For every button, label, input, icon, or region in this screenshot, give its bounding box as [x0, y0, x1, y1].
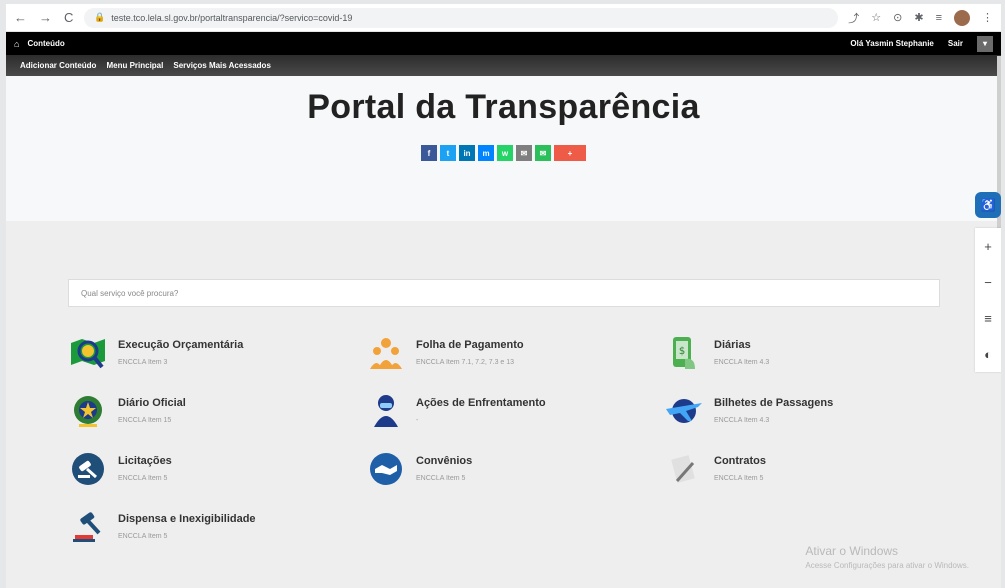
- service-title: Ações de Enfrentamento: [416, 397, 546, 409]
- service-title: Bilhetes de Passagens: [714, 397, 834, 409]
- reading-list-icon[interactable]: ≡: [936, 12, 942, 24]
- windows-activation-watermark: Ativar o Windows Acesse Configurações pa…: [805, 544, 969, 570]
- linkedin-share-icon[interactable]: in: [459, 145, 475, 161]
- service-subtitle: ENCCLA Item 5: [416, 475, 466, 482]
- browser-toolbar: ← → C 🔒 teste.tco.lela.sl.gov.br/portalt…: [6, 4, 1001, 32]
- camera-icon[interactable]: ⊙: [893, 11, 902, 24]
- bookmark-star-icon[interactable]: ☆: [871, 11, 881, 24]
- email-share-icon[interactable]: ✉: [516, 145, 532, 161]
- url-text: teste.tco.lela.sl.gov.br/portaltranspare…: [111, 12, 353, 23]
- service-search-input[interactable]: Qual serviço você procura?: [68, 279, 940, 307]
- accessibility-icon[interactable]: ♿: [975, 192, 1001, 218]
- service-item-execucao[interactable]: Execução Orçamentária ENCCLA Item 3: [68, 333, 243, 373]
- admin-content-link[interactable]: Conteúdo: [27, 39, 64, 48]
- service-subtitle: ENCCLA Item 3: [118, 359, 168, 366]
- zoom-in-icon[interactable]: +: [975, 228, 1001, 264]
- gavel-circle-icon: [68, 449, 108, 489]
- service-title: Diário Oficial: [118, 397, 186, 409]
- accessibility-panel: + − ≡ ◐: [975, 228, 1001, 372]
- coat-of-arms-icon: [68, 391, 108, 431]
- svg-text:$: $: [679, 346, 685, 357]
- service-subtitle: -: [416, 417, 419, 424]
- address-bar[interactable]: 🔒 teste.tco.lela.sl.gov.br/portaltranspa…: [84, 7, 839, 28]
- reload-icon[interactable]: C: [64, 10, 73, 25]
- service-subtitle: ENCCLA Item 4.3: [714, 359, 770, 366]
- service-item-convenios[interactable]: Convênios ENCCLA Item 5: [366, 449, 472, 489]
- accessibility-tools: ♿ + − ≡ ◐: [975, 192, 1001, 372]
- service-item-contratos[interactable]: Contratos ENCCLA Item 5: [664, 449, 766, 489]
- service-title: Execução Orçamentária: [118, 339, 244, 351]
- back-arrow-icon[interactable]: ←: [14, 10, 27, 25]
- service-subtitle: ENCCLA Item 5: [118, 475, 168, 482]
- facebook-share-icon[interactable]: f: [421, 145, 437, 161]
- messenger-share-icon[interactable]: m: [478, 145, 494, 161]
- admin-user-area: Olá Yasmin Stephanie Sair ▾: [850, 35, 993, 52]
- page-title: Portal da Transparência: [307, 88, 700, 126]
- watermark-subtitle: Acesse Configurações para ativar o Windo…: [805, 561, 969, 570]
- submenu-top-services[interactable]: Serviços Mais Acessados: [173, 61, 271, 70]
- people-group-icon: [366, 333, 406, 373]
- service-subtitle: ENCCLA Item 7.1, 7.2, 7.3 e 13: [416, 359, 515, 366]
- forward-arrow-icon[interactable]: →: [39, 10, 52, 25]
- masked-person-icon: [366, 391, 406, 431]
- service-subtitle: ENCCLA Item 4.3: [714, 417, 770, 424]
- more-share-icon[interactable]: +: [554, 145, 586, 161]
- gavel-icon: [68, 507, 108, 547]
- service-title: Diárias: [714, 339, 751, 351]
- service-item-bilhetes[interactable]: Bilhetes de Passagens ENCCLA Item 4.3: [664, 391, 833, 431]
- browser-nav: ← → C: [14, 10, 84, 25]
- browser-menu-icon[interactable]: ⋮: [982, 11, 993, 24]
- service-title: Licitações: [118, 455, 172, 467]
- hero-section: Portal da Transparência f t in m w ✉ ✉ +: [6, 76, 1001, 221]
- zoom-out-icon[interactable]: −: [975, 264, 1001, 300]
- share-page-icon[interactable]: ⤴: [848, 10, 859, 26]
- twitter-share-icon[interactable]: t: [440, 145, 456, 161]
- service-title: Convênios: [416, 455, 473, 467]
- logout-link[interactable]: Sair: [948, 39, 963, 48]
- service-title: Contratos: [714, 455, 766, 467]
- contract-pen-icon: [664, 449, 704, 489]
- contrast-icon[interactable]: ◐: [975, 336, 1001, 372]
- profile-avatar[interactable]: [954, 9, 970, 26]
- mobile-money-icon: $: [664, 333, 704, 373]
- extensions-icon[interactable]: ✱: [914, 11, 923, 24]
- service-title: Dispensa e Inexigibilidade: [118, 513, 256, 525]
- submenu-main-menu[interactable]: Menu Principal: [106, 61, 163, 70]
- service-subtitle: ENCCLA Item 5: [118, 533, 168, 540]
- admin-bar: ⌂ Conteúdo Olá Yasmin Stephanie Sair ▾: [6, 32, 1001, 55]
- lock-icon: 🔒: [94, 12, 106, 22]
- admin-toggle-button[interactable]: ▾: [977, 35, 993, 52]
- whatsapp-share-icon[interactable]: w: [497, 145, 513, 161]
- service-item-folha[interactable]: Folha de Pagamento ENCCLA Item 7.1, 7.2, …: [366, 333, 524, 373]
- submenu-add-content[interactable]: Adicionar Conteúdo: [20, 61, 96, 70]
- sms-share-icon[interactable]: ✉: [535, 145, 551, 161]
- share-bar: f t in m w ✉ ✉ +: [6, 145, 1001, 161]
- service-subtitle: ENCCLA Item 5: [714, 475, 764, 482]
- browser-tools: ⤴ ☆ ⊙ ✱ ≡ ⋮: [848, 9, 993, 26]
- handshake-icon: [366, 449, 406, 489]
- watermark-title: Ativar o Windows: [805, 544, 899, 558]
- browser-window: ← → C 🔒 teste.tco.lela.sl.gov.br/portalt…: [6, 4, 1001, 588]
- map-magnifier-icon: [68, 333, 108, 373]
- home-icon[interactable]: ⌂: [14, 39, 19, 49]
- service-item-licitacoes[interactable]: Licitações ENCCLA Item 5: [68, 449, 172, 489]
- service-title: Folha de Pagamento: [416, 339, 524, 351]
- service-item-acoes[interactable]: Ações de Enfrentamento -: [366, 391, 546, 431]
- service-item-diarias[interactable]: $ Diárias ENCCLA Item 4.3: [664, 333, 769, 373]
- text-spacing-icon[interactable]: ≡: [975, 300, 1001, 336]
- airplane-globe-icon: [664, 391, 704, 431]
- service-item-dispensa[interactable]: Dispensa e Inexigibilidade ENCCLA Item 5: [68, 507, 256, 547]
- user-greeting[interactable]: Olá Yasmin Stephanie: [850, 39, 933, 48]
- admin-submenu: Adicionar Conteúdo Menu Principal Serviç…: [6, 55, 1001, 76]
- service-item-diario-oficial[interactable]: Diário Oficial ENCCLA Item 15: [68, 391, 186, 431]
- service-subtitle: ENCCLA Item 15: [118, 417, 172, 424]
- services-section: Qual serviço você procura? Execução Orça…: [6, 221, 1001, 588]
